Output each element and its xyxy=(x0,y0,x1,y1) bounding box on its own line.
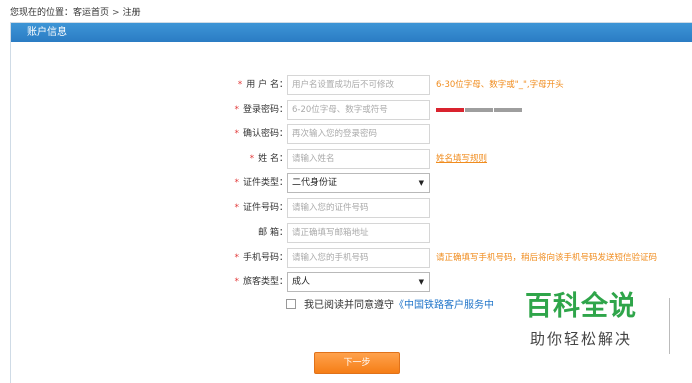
phone-label: * 手机号码： xyxy=(234,253,288,263)
chevron-down-icon: ▼ xyxy=(418,278,424,286)
id-number-label: * 证件号码： xyxy=(234,203,288,213)
agreement-row: 我已阅读并同意遵守《中国铁路客户服务中 xyxy=(286,298,494,314)
next-step-button[interactable]: 下一步 xyxy=(314,352,400,374)
phone-hint: 请正确填写手机号码，稍后将向该手机号码发送短信验证码 xyxy=(436,253,658,263)
breadcrumb-separator: > xyxy=(112,8,120,18)
username-row: * 用 户 名： 用户名设置成功后不可修改 6-30位字母、数字或"_",字母开头 xyxy=(11,75,692,95)
phone-row: * 手机号码： 请输入您的手机号码 请正确填写手机号码，稍后将向该手机号码发送短信… xyxy=(11,248,692,268)
panel-title: 账户信息 xyxy=(11,23,692,42)
required-star: * xyxy=(234,203,239,213)
chevron-down-icon: ▼ xyxy=(418,179,424,187)
passenger-type-select[interactable]: 成人 ▼ xyxy=(287,272,430,292)
required-star: * xyxy=(237,80,243,90)
required-star: * xyxy=(234,129,239,139)
watermark-frame xyxy=(662,298,670,354)
required-star: * xyxy=(234,253,239,263)
required-star: * xyxy=(249,154,255,164)
required-star: * xyxy=(234,105,239,115)
email-input[interactable]: 请正确填写邮箱地址 xyxy=(287,223,430,243)
password-input[interactable]: 6-20位字母、数字或符号 xyxy=(287,100,430,120)
breadcrumb-current: 注册 xyxy=(122,8,141,18)
watermark: 百科全说 助你轻松解决 xyxy=(515,290,647,350)
watermark-title: 百科全说 xyxy=(525,291,637,322)
email-label: 邮 箱： xyxy=(258,228,288,238)
username-input[interactable]: 用户名设置成功后不可修改 xyxy=(287,75,430,95)
username-hint: 6-30位字母、数字或"_",字母开头 xyxy=(436,80,564,90)
confirm-password-input[interactable]: 再次输入您的登录密码 xyxy=(287,124,430,144)
agreement-checkbox[interactable] xyxy=(286,299,296,309)
required-star: * xyxy=(234,178,239,188)
id-type-row: * 证件类型： 二代身份证 ▼ xyxy=(11,173,692,193)
id-number-input[interactable]: 请输入您的证件号码 xyxy=(287,198,430,218)
name-row: * 姓 名： 请输入姓名 姓名填写规则 xyxy=(11,149,692,169)
watermark-subtitle: 助你轻松解决 xyxy=(529,330,632,348)
id-type-label: * 证件类型： xyxy=(234,178,288,188)
email-row: 邮 箱： 请正确填写邮箱地址 xyxy=(11,223,692,243)
confirm-password-row: * 确认密码： 再次输入您的登录密码 xyxy=(11,124,692,144)
password-label: * 登录密码： xyxy=(234,105,288,115)
strength-segment-3 xyxy=(494,108,522,112)
passenger-type-label: * 旅客类型： xyxy=(234,277,288,287)
confirm-password-label: * 确认密码： xyxy=(234,129,288,139)
agreement-text: 我已阅读并同意遵守 xyxy=(304,300,394,311)
name-rules-link[interactable]: 姓名填写规则 xyxy=(436,149,487,169)
id-type-select[interactable]: 二代身份证 ▼ xyxy=(287,173,430,193)
username-label: * 用 户 名： xyxy=(237,80,288,90)
breadcrumb: 您现在的位置：客运首页 > 注册 xyxy=(10,5,141,18)
name-label: * 姓 名： xyxy=(249,154,288,164)
required-star: * xyxy=(234,277,239,287)
strength-segment-2 xyxy=(465,108,493,112)
id-number-row: * 证件号码： 请输入您的证件号码 xyxy=(11,198,692,218)
name-input[interactable]: 请输入姓名 xyxy=(287,149,430,169)
passenger-type-row: * 旅客类型： 成人 ▼ xyxy=(11,272,692,292)
password-row: * 登录密码： 6-20位字母、数字或符号 xyxy=(11,100,692,120)
agreement-link[interactable]: 《中国铁路客户服务中 xyxy=(394,300,494,311)
strength-segment-1 xyxy=(436,108,464,112)
breadcrumb-home-link[interactable]: 客运首页 xyxy=(73,8,109,18)
breadcrumb-prefix: 您现在的位置： xyxy=(10,8,74,18)
phone-input[interactable]: 请输入您的手机号码 xyxy=(287,248,430,268)
